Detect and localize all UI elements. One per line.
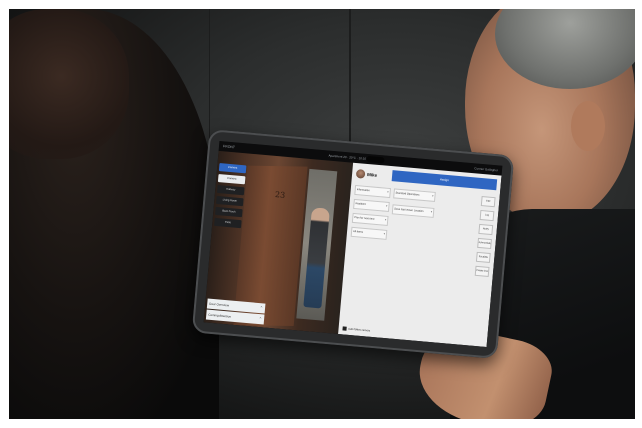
status-left: FRONT bbox=[222, 144, 236, 150]
tablet-screen: FRONT Apartment 23 · 20°C · 10:10 Conner… bbox=[203, 140, 503, 348]
side-panel: Mike Assign Information ▾ Resident ▾ Plan … bbox=[338, 162, 502, 348]
dropdown-field[interactable]: Standard Operations ▾ bbox=[393, 188, 436, 202]
status-right: Conner Gallagher bbox=[474, 166, 499, 173]
chevron-down-icon: ▾ bbox=[387, 190, 389, 194]
user-name: Mike bbox=[366, 171, 378, 178]
log-button[interactable]: Log bbox=[479, 209, 495, 222]
dropdown-field[interactable]: Resident ▾ bbox=[353, 198, 390, 213]
bottom-panel: Door Overview ⌃ Coming Attention ⌃ bbox=[205, 298, 266, 325]
camera-menu-item[interactable]: Camera bbox=[217, 174, 246, 185]
chevron-up-icon: ⌃ bbox=[259, 305, 264, 311]
camera-menu-item[interactable]: Patio bbox=[214, 217, 242, 229]
field-label: Standard Operations bbox=[395, 191, 420, 197]
tablet-device: FRONT Apartment 23 · 20°C · 10:10 Conner… bbox=[191, 129, 515, 359]
camera-menu-item[interactable]: Back Porch bbox=[215, 206, 243, 218]
edit-button[interactable]: Edit bbox=[480, 196, 496, 208]
person-left bbox=[9, 9, 219, 419]
create-incident-button[interactable]: Create Incident bbox=[474, 265, 490, 277]
action-button-column: Edit Log Notify Acknowledge Escalate Cre… bbox=[474, 196, 496, 281]
checkbox-label: Auto follow camera bbox=[348, 327, 371, 333]
middle-field-column: Standard Operations ▾ Save last known Loc… bbox=[391, 188, 436, 224]
camera-menu-item[interactable]: Camera bbox=[218, 163, 247, 174]
camera-menu: Camera Camera Hallway Living Room Back P… bbox=[214, 163, 247, 231]
dropdown-field[interactable]: Save last known Location ▾ bbox=[391, 204, 435, 218]
photo-scene: FRONT Apartment 23 · 20°C · 10:10 Conner… bbox=[9, 9, 635, 419]
door-number: 23 bbox=[274, 190, 286, 200]
auto-follow-checkbox-row[interactable]: Auto follow camera bbox=[342, 326, 371, 333]
avatar bbox=[355, 169, 366, 179]
chevron-down-icon: ▾ bbox=[432, 194, 434, 198]
dropdown-field[interactable]: All Items ▾ bbox=[350, 226, 388, 240]
chevron-down-icon: ▾ bbox=[430, 210, 433, 214]
chevron-down-icon: ▾ bbox=[383, 232, 386, 236]
acknowledge-button[interactable]: Acknowledge bbox=[477, 237, 492, 250]
camera-menu-item[interactable]: Hallway bbox=[216, 184, 245, 196]
notify-button[interactable]: Notify bbox=[478, 223, 494, 236]
field-label: All Items bbox=[352, 229, 364, 234]
chevron-down-icon: ▾ bbox=[385, 204, 388, 208]
camera-feed: 23 Camera Camera Hallway Living Room Bac… bbox=[203, 150, 354, 335]
chevron-up-icon: ⌃ bbox=[258, 316, 263, 322]
dropdown-field[interactable]: Plan for next time ▾ bbox=[351, 212, 389, 226]
bottom-panel-label: Coming Attention bbox=[208, 312, 232, 319]
escalate-button[interactable]: Escalate bbox=[475, 251, 491, 264]
person-left-head bbox=[9, 9, 129, 159]
status-center: Apartment 23 · 20°C · 10:10 bbox=[328, 153, 367, 161]
field-label: Resident bbox=[355, 202, 366, 206]
checkbox[interactable] bbox=[342, 326, 347, 331]
assign-button[interactable]: Assign bbox=[391, 170, 498, 191]
dropdown-field[interactable]: Information ▾ bbox=[354, 184, 392, 199]
field-label: Plan for next time bbox=[354, 216, 375, 221]
chevron-down-icon: ▾ bbox=[384, 218, 387, 222]
field-label: Save last known Location bbox=[394, 207, 424, 214]
field-label: Information bbox=[356, 188, 370, 193]
bottom-panel-label: Door Overview bbox=[209, 301, 230, 308]
left-field-column: Information ▾ Resident ▾ Plan for next tim… bbox=[350, 184, 392, 244]
person-right-ear bbox=[571, 101, 605, 151]
camera-menu-item[interactable]: Living Room bbox=[215, 195, 244, 207]
